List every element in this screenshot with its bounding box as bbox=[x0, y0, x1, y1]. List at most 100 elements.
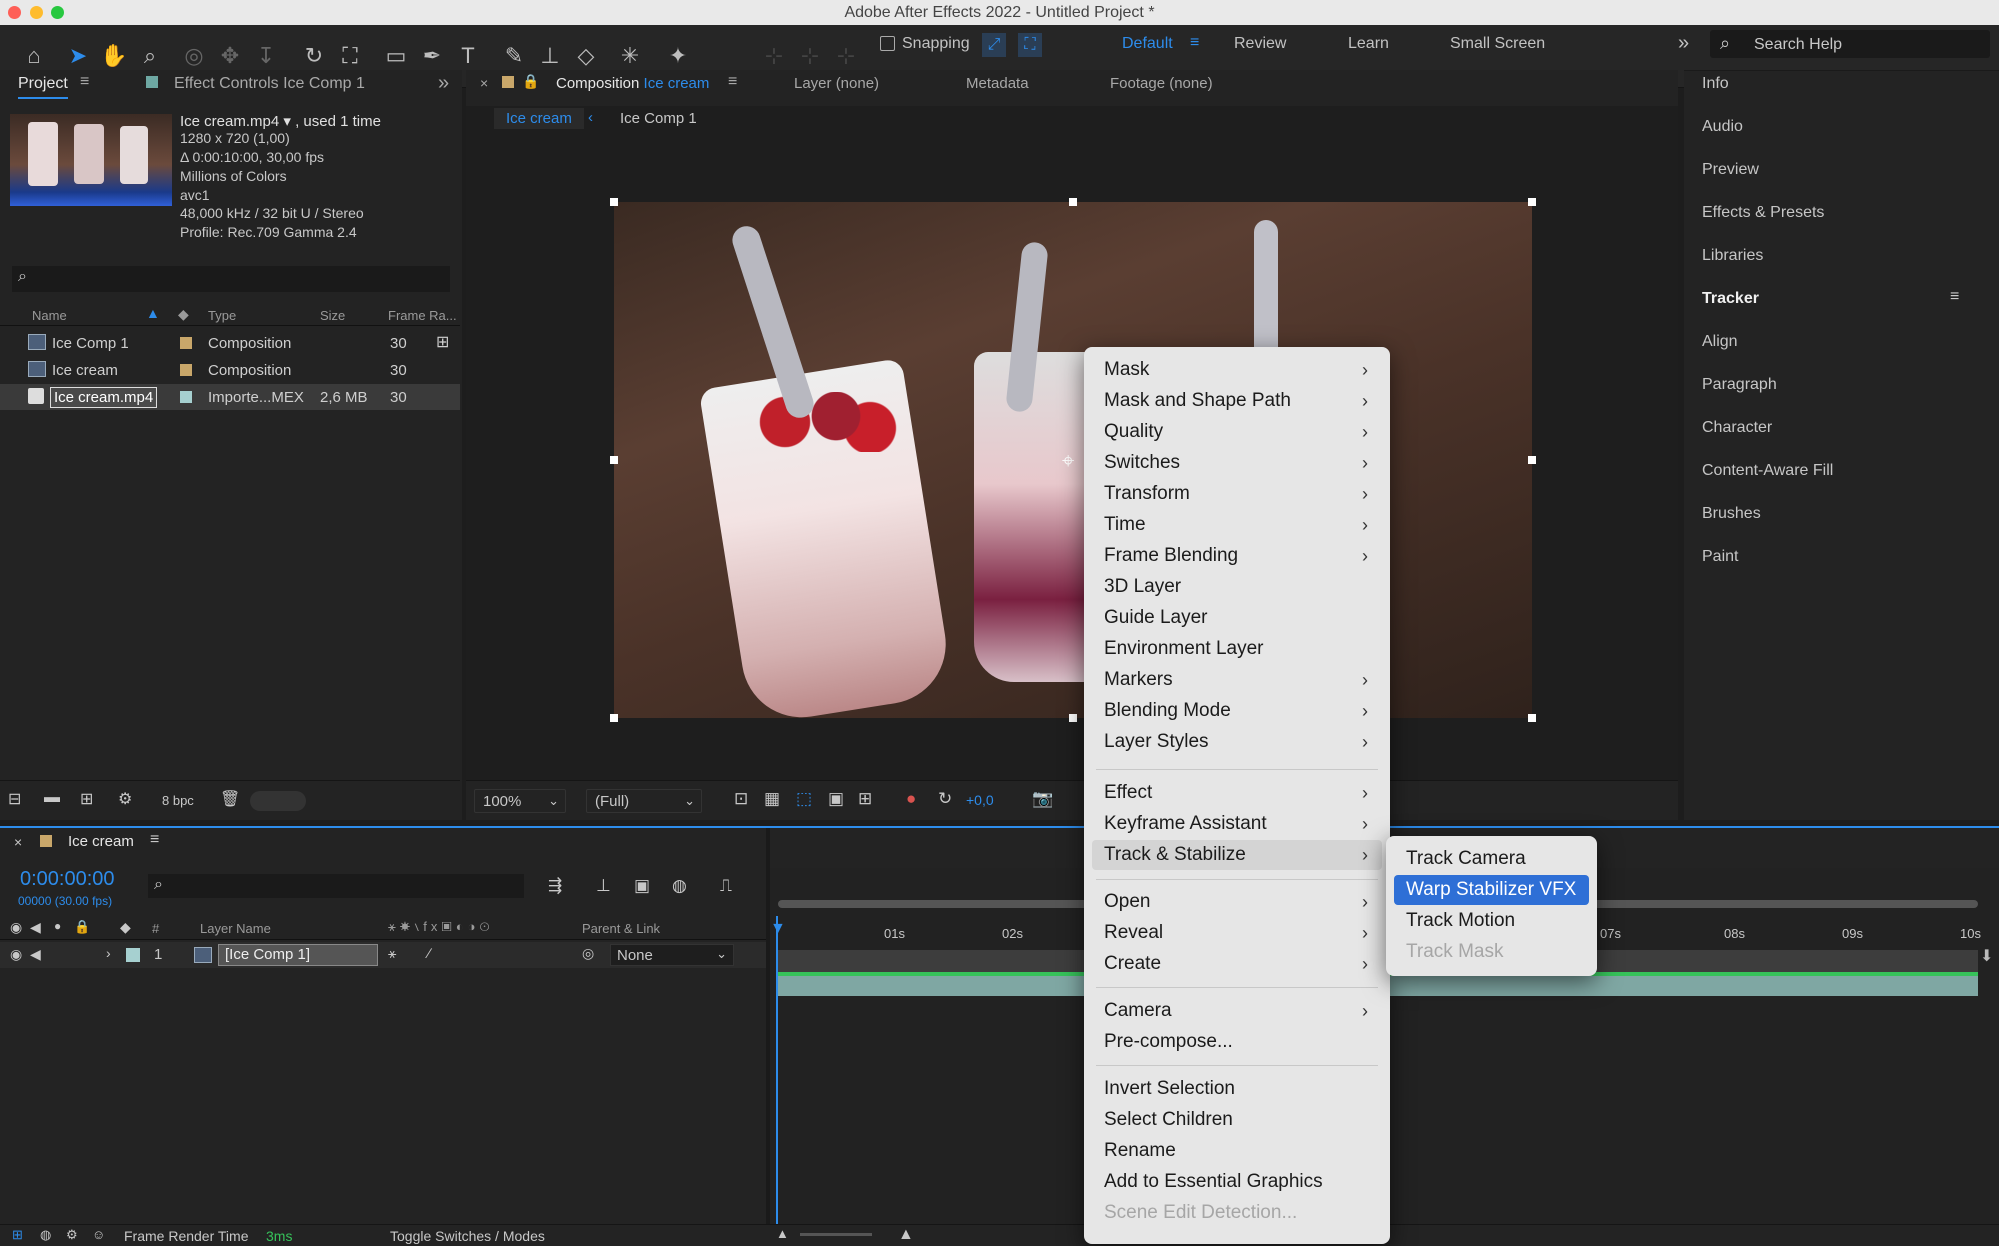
pick-whip-icon[interactable]: ◎ bbox=[582, 945, 594, 962]
panel-align[interactable]: Align bbox=[1702, 333, 1738, 351]
transfer-controls-icon[interactable]: ◍ bbox=[40, 1227, 51, 1243]
axis-local-icon[interactable]: ⊹ bbox=[760, 42, 788, 70]
menu-item-keyframe-assistant[interactable]: Keyframe Assistant › bbox=[1092, 809, 1382, 839]
handle-middle-left[interactable] bbox=[610, 456, 618, 464]
handle-top-right[interactable] bbox=[1528, 198, 1536, 206]
reset-exposure-icon[interactable]: ↻ bbox=[938, 789, 952, 809]
anchor-point-icon[interactable]: ⌖ bbox=[1062, 448, 1074, 474]
menu-item-blending-mode[interactable]: Blending Mode › bbox=[1092, 696, 1382, 726]
audio-icon[interactable]: ◀ bbox=[30, 919, 41, 936]
transparency-grid-icon[interactable]: ▦ bbox=[764, 789, 780, 809]
zoom-dropdown[interactable]: 100% ⌄ bbox=[474, 789, 566, 813]
layer-row[interactable]: ◉ ◀ › 1 [Ice Comp 1] ⚹ ∕ ◎ None ⌄ bbox=[0, 942, 770, 968]
handle-top-center[interactable] bbox=[1069, 198, 1077, 206]
bit-depth-label[interactable]: 8 bpc bbox=[162, 793, 194, 808]
minimize-window-button[interactable] bbox=[30, 6, 43, 19]
menu-item-time[interactable]: Time › bbox=[1092, 510, 1382, 540]
panel-preview[interactable]: Preview bbox=[1702, 161, 1759, 179]
panel-info[interactable]: Info bbox=[1702, 75, 1729, 93]
axis-view-icon[interactable]: ⊹ bbox=[832, 42, 860, 70]
home-icon[interactable]: ⌂ bbox=[20, 42, 48, 70]
menu-item-mask-shape-path[interactable]: Mask and Shape Path › bbox=[1092, 386, 1382, 416]
quality-icon[interactable]: ∕ bbox=[428, 945, 430, 961]
menu-item-create[interactable]: Create › bbox=[1092, 949, 1382, 979]
new-folder-icon[interactable]: ▬ bbox=[44, 789, 60, 807]
interpret-footage-icon[interactable]: ⊟ bbox=[8, 789, 21, 809]
eye-icon[interactable]: ◉ bbox=[10, 919, 22, 936]
draft-3d-icon[interactable]: ⊥ bbox=[596, 876, 611, 896]
comp-marker-bin-icon[interactable]: ⬇ bbox=[1980, 946, 1993, 966]
menu-item-layer-styles[interactable]: Layer Styles › bbox=[1092, 727, 1382, 757]
panel-audio[interactable]: Audio bbox=[1702, 118, 1743, 136]
delete-icon[interactable]: 🗑 bbox=[220, 789, 240, 809]
workspace-default[interactable]: Default bbox=[1122, 35, 1173, 53]
solo-icon[interactable]: ● bbox=[54, 919, 61, 933]
menu-item-invert-selection[interactable]: Invert Selection bbox=[1092, 1074, 1382, 1104]
tab-project[interactable]: Project bbox=[18, 75, 68, 99]
panel-paragraph[interactable]: Paragraph bbox=[1702, 376, 1777, 394]
column-type[interactable]: Type bbox=[208, 308, 236, 323]
handle-top-left[interactable] bbox=[610, 198, 618, 206]
exposure-value[interactable]: +0,0 bbox=[966, 792, 994, 808]
menu-item-pre-compose[interactable]: Pre-compose... bbox=[1092, 1027, 1382, 1057]
expand-arrow-icon[interactable]: › bbox=[106, 945, 111, 961]
search-help-field[interactable]: ⌕ Search Help bbox=[1710, 30, 1990, 58]
menu-item-quality[interactable]: Quality › bbox=[1092, 417, 1382, 447]
snap-features-icon[interactable]: ⛶ bbox=[1018, 33, 1042, 57]
handle-middle-right[interactable] bbox=[1528, 456, 1536, 464]
graph-editor-icon[interactable]: ⎍ bbox=[720, 876, 732, 896]
crumb-ice-cream[interactable]: Ice cream bbox=[494, 108, 584, 129]
region-of-interest-icon[interactable]: ▣ bbox=[828, 789, 844, 809]
timeline-menu-icon[interactable]: ≡ bbox=[150, 831, 159, 849]
menu-item-mask[interactable]: Mask › bbox=[1092, 355, 1382, 385]
panel-effects-presets[interactable]: Effects & Presets bbox=[1702, 204, 1824, 222]
panel-brushes[interactable]: Brushes bbox=[1702, 505, 1761, 523]
dolly-camera-icon[interactable]: ↧ bbox=[252, 42, 280, 70]
grid-guides-icon[interactable]: ⊞ bbox=[858, 789, 872, 809]
workspace-menu-icon[interactable]: ≡ bbox=[1190, 34, 1199, 52]
type-tool-icon[interactable]: T bbox=[454, 42, 482, 70]
handle-bottom-left[interactable] bbox=[610, 714, 618, 722]
menu-item-environment-layer[interactable]: Environment Layer bbox=[1092, 634, 1382, 664]
menu-item-3d-layer[interactable]: 3D Layer bbox=[1092, 572, 1382, 602]
column-name[interactable]: Name bbox=[32, 308, 67, 323]
workspace-learn[interactable]: Learn bbox=[1348, 35, 1389, 53]
panel-overflow-icon[interactable]: » bbox=[438, 72, 449, 95]
tracker-menu-icon[interactable]: ≡ bbox=[1950, 288, 1959, 306]
menu-item-transform[interactable]: Transform › bbox=[1092, 479, 1382, 509]
project-row-ice-cream-mp4[interactable]: Ice cream.mp4 Importe...MEX 2,6 MB 30 bbox=[0, 384, 460, 410]
sort-ascending-icon[interactable]: ▲ bbox=[146, 305, 160, 321]
workspace-small-screen[interactable]: Small Screen bbox=[1450, 35, 1545, 53]
frame-blending-icon[interactable]: ◍ bbox=[672, 876, 687, 896]
menu-item-track-motion[interactable]: Track Motion bbox=[1394, 906, 1589, 936]
menu-item-switches[interactable]: Switches › bbox=[1092, 448, 1382, 478]
puppet-tool-icon[interactable]: ✦ bbox=[664, 42, 692, 70]
menu-item-open[interactable]: Open › bbox=[1092, 887, 1382, 917]
pan-camera-icon[interactable]: ✥ bbox=[216, 42, 244, 70]
snapshot-icon[interactable]: 📷 bbox=[1032, 789, 1053, 809]
menu-item-add-essential-graphics[interactable]: Add to Essential Graphics bbox=[1092, 1167, 1382, 1197]
selection-tool-icon[interactable]: ➤ bbox=[64, 42, 92, 70]
zoom-in-icon[interactable]: ▲ bbox=[898, 1226, 914, 1244]
parent-link-column[interactable]: Parent & Link bbox=[582, 921, 660, 936]
shy-layers-icon[interactable]: ▣ bbox=[634, 876, 650, 896]
menu-item-reveal[interactable]: Reveal › bbox=[1092, 918, 1382, 948]
label-column-icon[interactable]: ◆ bbox=[178, 306, 189, 323]
zoom-tool-icon[interactable]: ⌕ bbox=[136, 42, 164, 70]
zoom-window-button[interactable] bbox=[51, 6, 64, 19]
collapse-transform-icon[interactable]: ⚹ bbox=[388, 945, 396, 962]
axis-world-icon[interactable]: ⊹ bbox=[796, 42, 824, 70]
parent-dropdown[interactable]: None ⌄ bbox=[610, 944, 734, 966]
channels-icon[interactable]: ● bbox=[906, 789, 916, 809]
current-time[interactable]: 0:00:00:00 bbox=[20, 868, 115, 891]
resolution-dropdown[interactable]: (Full) ⌄ bbox=[586, 789, 702, 813]
composition-menu-icon[interactable]: ≡ bbox=[728, 73, 737, 91]
hand-tool-icon[interactable]: ✋ bbox=[100, 42, 128, 70]
new-composition-icon[interactable]: ⊞ bbox=[80, 789, 93, 809]
toggle-switches-modes[interactable]: Toggle Switches / Modes bbox=[390, 1228, 545, 1244]
brush-tool-icon[interactable]: ✎ bbox=[500, 42, 528, 70]
flowchart-icon[interactable]: ⊞ bbox=[436, 332, 449, 352]
render-time-icon[interactable]: ☺ bbox=[92, 1227, 105, 1242]
tab-layer[interactable]: Layer (none) bbox=[794, 75, 879, 92]
lock-icon[interactable]: 🔒 bbox=[74, 919, 90, 935]
